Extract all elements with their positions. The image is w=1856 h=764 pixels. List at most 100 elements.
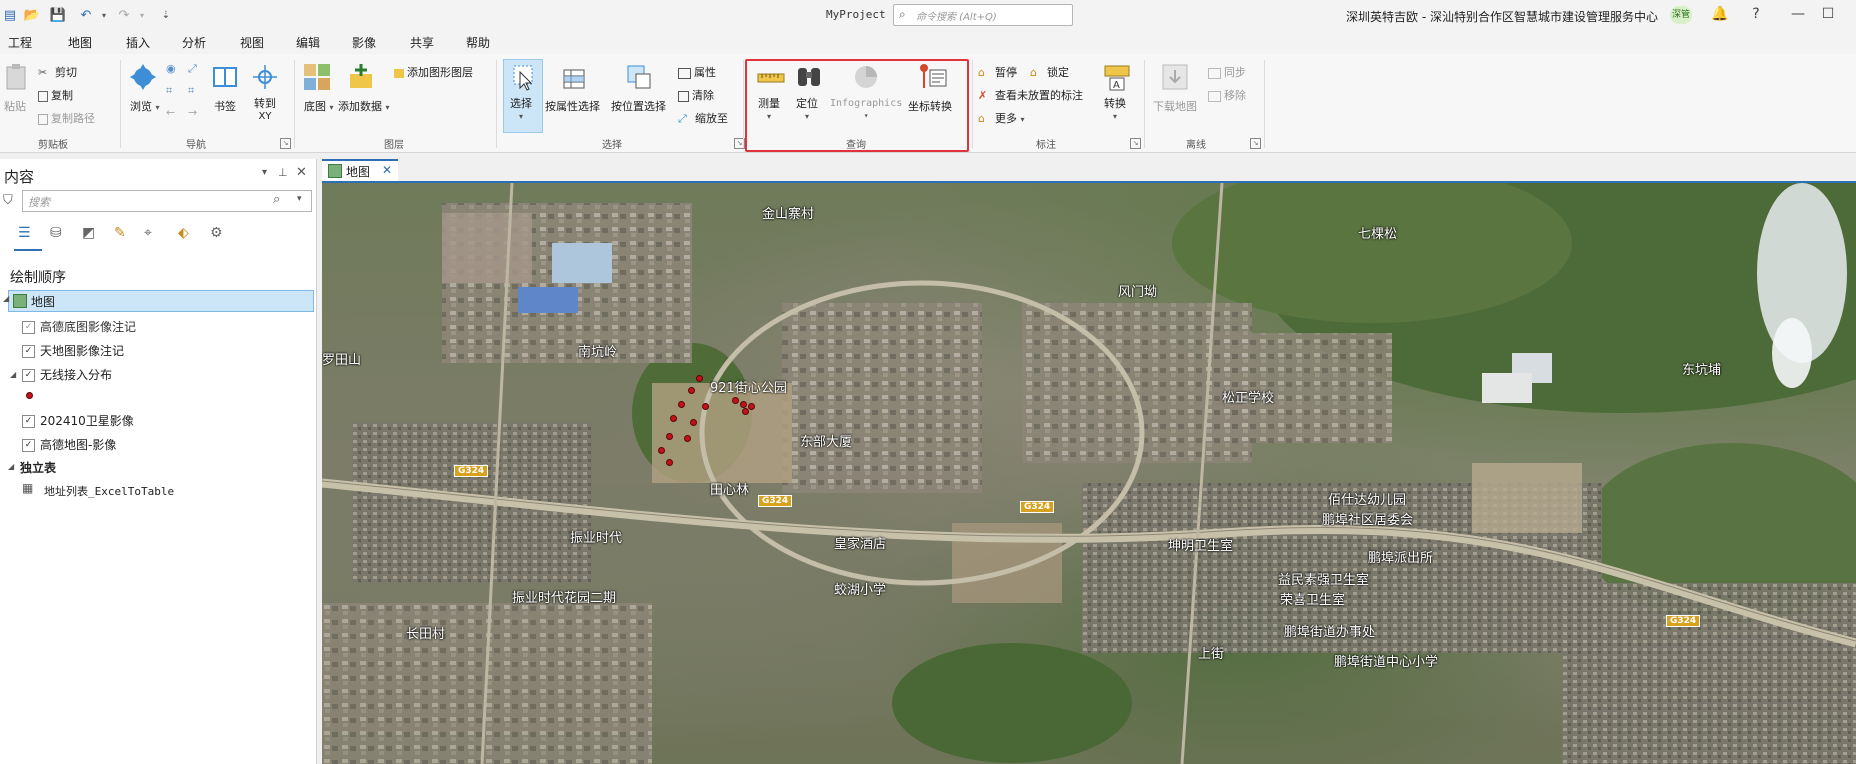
fixed-zoom-in-icon[interactable]: ⌗ [166, 84, 172, 98]
tab-share[interactable]: 共享 [410, 34, 434, 51]
map-point[interactable] [688, 387, 695, 394]
copy-button[interactable]: 复制 [38, 87, 73, 103]
basemap-icon[interactable] [302, 62, 332, 92]
map-point[interactable] [702, 403, 709, 410]
map-point[interactable] [748, 403, 755, 410]
collapse-tables-icon[interactable]: ◢ [8, 462, 14, 471]
lock-labeling-button[interactable]: ⌂ 锁定 [1030, 64, 1069, 80]
list-by-editing-icon[interactable]: ✎ [114, 225, 126, 241]
goto-xy-button[interactable]: 转到 XY [254, 98, 276, 123]
next-extent-icon[interactable]: → [188, 106, 197, 119]
convert-labels-button[interactable]: 转换 ▾ [1104, 98, 1126, 123]
full-extent-icon[interactable]: ◉ [166, 62, 176, 75]
map-node[interactable]: ◢ 地图 [3, 290, 314, 312]
layer-name[interactable]: 202410卫星影像 [40, 412, 134, 429]
filter-icon[interactable]: ⛉ [3, 193, 13, 208]
close-tab-icon[interactable]: ✕ [382, 163, 392, 177]
map-view-tab[interactable]: 地图 ✕ [322, 159, 398, 181]
expand-layer-icon[interactable]: ◢ [10, 370, 16, 379]
download-map-icon[interactable] [1160, 62, 1190, 92]
list-by-source-icon[interactable]: ⛁ [50, 225, 62, 241]
help-button[interactable]: ? [1746, 6, 1766, 22]
download-map-button[interactable]: 下载地图 [1153, 98, 1197, 114]
layer-name[interactable]: 天地图影像注记 [40, 342, 124, 359]
tab-view[interactable]: 视图 [240, 34, 264, 51]
map-point[interactable] [696, 375, 703, 382]
list-by-labeling-icon[interactable]: ⬖ [178, 225, 189, 241]
map-point[interactable] [684, 435, 691, 442]
maximize-icon[interactable]: ☐ [1818, 6, 1838, 22]
paste-button[interactable]: 粘贴 [4, 98, 26, 114]
close-pane-icon[interactable]: ✕ [296, 165, 307, 180]
cut-button[interactable]: ✂ 剪切 [38, 64, 77, 80]
map-point[interactable] [742, 408, 749, 415]
map-point[interactable] [666, 459, 673, 466]
previous-extent-icon[interactable]: ← [166, 106, 175, 119]
zoom-to-selection-button[interactable]: ⤢ 缩放至 [678, 110, 728, 126]
explore-icon[interactable] [128, 62, 158, 92]
list-by-perspective-icon[interactable]: ⚙ [210, 225, 223, 241]
undo-dropdown-icon[interactable]: ▾ [96, 7, 112, 23]
list-by-snapping-icon[interactable]: ⌖ [144, 225, 152, 241]
select-button[interactable]: 选择 ▾ [510, 98, 532, 123]
command-search-input[interactable]: ⌕ 命令搜索 (Alt+Q) [893, 4, 1073, 26]
layer-name[interactable]: 高德地图-影像 [40, 436, 116, 453]
copy-path-button[interactable]: 复制路径 [38, 110, 95, 126]
notifications-icon[interactable]: 🔔 [1710, 6, 1730, 22]
add-data-button[interactable]: 添加数据 ▾ [338, 98, 390, 114]
paste-icon[interactable] [2, 62, 32, 92]
map-point[interactable] [740, 401, 747, 408]
map-point[interactable] [658, 447, 665, 454]
layer-checkbox[interactable]: ✓ [22, 369, 35, 382]
select-by-attributes-button[interactable]: 按属性选择 [545, 98, 600, 114]
select-by-location-button[interactable]: 按位置选择 [611, 98, 666, 114]
bookmark-icon[interactable] [210, 62, 240, 92]
redo-icon[interactable]: ↷ [116, 7, 132, 23]
collapse-icon[interactable]: ◢ [3, 294, 9, 303]
fixed-zoom-out-icon[interactable]: ⌗ [188, 84, 194, 98]
user-avatar[interactable]: 深管 [1670, 6, 1692, 24]
layer-checkbox[interactable]: ✓ [22, 321, 35, 334]
redo-dropdown-icon[interactable]: ▾ [134, 7, 150, 23]
tab-project[interactable]: 工程 [8, 34, 32, 51]
labeling-launcher-icon[interactable]: ↘ [1130, 138, 1141, 149]
bookmark-button[interactable]: 书签 [214, 98, 236, 114]
add-data-icon[interactable] [346, 62, 376, 92]
remove-button[interactable]: 移除 [1208, 87, 1246, 103]
goto-xy-icon[interactable] [250, 62, 280, 92]
list-by-drawing-order-icon[interactable]: ☰ [18, 225, 31, 241]
layer-name[interactable]: 高德底图影像注记 [40, 318, 136, 335]
search-options-icon[interactable]: ▾ [297, 194, 302, 204]
point-symbol-icon[interactable] [26, 392, 33, 399]
layer-checkbox[interactable]: ✓ [22, 415, 35, 428]
map-point[interactable] [666, 433, 673, 440]
open-project-icon[interactable]: 📂 [24, 7, 40, 23]
undo-icon[interactable]: ↶ [78, 7, 94, 23]
sync-button[interactable]: 同步 [1208, 64, 1246, 80]
customize-qat-icon[interactable]: ⇣ [158, 7, 174, 23]
map-point[interactable] [678, 401, 685, 408]
navigate-launcher-icon[interactable]: ↘ [280, 138, 291, 149]
add-graphics-layer-button[interactable]: 添加图形图层 [394, 64, 473, 80]
list-by-selection-icon[interactable]: ◩ [82, 225, 95, 241]
table-name[interactable]: 地址列表_ExcelToTable [44, 483, 174, 499]
map-point[interactable] [690, 419, 697, 426]
tab-map[interactable]: 地图 [65, 34, 95, 56]
tab-edit[interactable]: 编辑 [296, 34, 320, 51]
view-unplaced-button[interactable]: ✗ 查看未放置的标注 [978, 87, 1083, 103]
tab-help[interactable]: 帮助 [466, 34, 490, 51]
select-by-attributes-icon[interactable] [558, 62, 588, 92]
layer-checkbox[interactable]: ✓ [22, 439, 35, 452]
offline-launcher-icon[interactable]: ↘ [1250, 138, 1261, 149]
map-canvas[interactable]: 金山寨村 七棵松 风门坳 罗田山 南坑岭 921街心公园 东部大厦 松正学校 东… [322, 183, 1856, 764]
pane-menu-icon[interactable]: ▾ [262, 167, 267, 178]
pause-labeling-button[interactable]: ⌂ 暂停 [978, 64, 1017, 80]
zoom-layer-icon[interactable]: ⤢ [188, 62, 197, 76]
more-labeling-button[interactable]: ⌂ 更多 ▾ [978, 110, 1025, 126]
pin-icon[interactable]: ⊥ [278, 166, 288, 179]
tab-imagery[interactable]: 影像 [352, 34, 376, 51]
convert-labels-icon[interactable]: A [1102, 62, 1132, 92]
map-point[interactable] [670, 415, 677, 422]
explore-button[interactable]: 浏览 ▾ [130, 98, 160, 114]
layer-checkbox[interactable]: ✓ [22, 345, 35, 358]
